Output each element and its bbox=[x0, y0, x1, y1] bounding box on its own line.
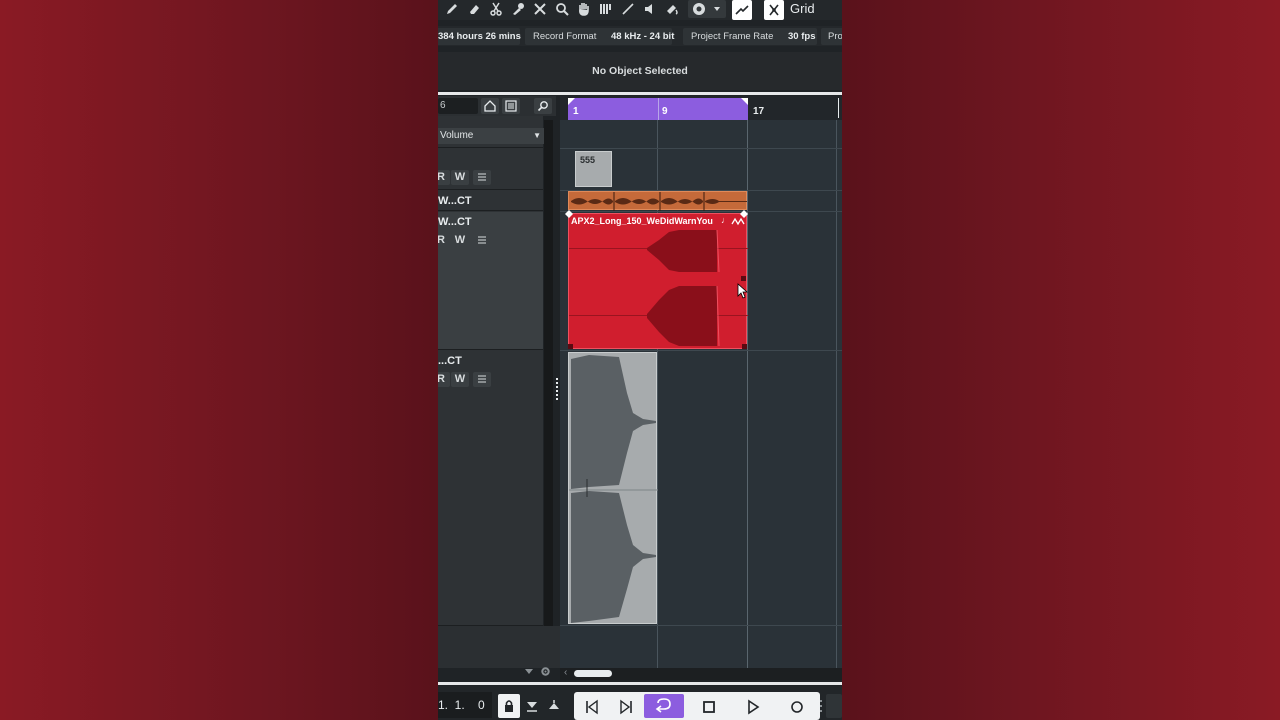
glue-icon[interactable] bbox=[508, 0, 528, 18]
track-list-scrollbar[interactable] bbox=[544, 120, 553, 626]
status-bar: 384 hours 26 mins Record Format 48 kHz -… bbox=[438, 26, 842, 46]
list-icon[interactable] bbox=[502, 98, 520, 114]
write-automation-button[interactable]: W bbox=[451, 170, 469, 185]
track-name: W...CT bbox=[438, 195, 472, 207]
track-search-field[interactable]: 6 bbox=[438, 98, 478, 114]
toolbar: Grid bbox=[438, 0, 842, 20]
audio-event[interactable] bbox=[568, 352, 658, 624]
ruler-bar-number: 9 bbox=[662, 106, 668, 117]
cycle-start-marker[interactable] bbox=[568, 98, 575, 105]
zone-separator bbox=[438, 92, 842, 95]
record-format-value: 48 kHz - 24 bit bbox=[611, 31, 675, 42]
home-icon[interactable] bbox=[481, 98, 499, 114]
stop-icon[interactable] bbox=[695, 696, 723, 718]
track-separator bbox=[560, 148, 842, 149]
pencil-icon[interactable] bbox=[442, 0, 462, 18]
automation-parameter-select[interactable]: Volume ▼ bbox=[438, 128, 544, 144]
lock-icon[interactable] bbox=[498, 694, 520, 718]
mute-x-icon[interactable] bbox=[530, 0, 550, 18]
play-icon[interactable] bbox=[739, 696, 767, 718]
eraser-icon[interactable] bbox=[464, 0, 484, 18]
cycle-icon[interactable] bbox=[644, 694, 684, 718]
event-display[interactable]: 555 APX2_Long_150_WeDidWarnYou ♩ bbox=[560, 120, 842, 668]
track-settings-icon[interactable] bbox=[473, 372, 491, 387]
audio-event[interactable]: APX2_Long_150_WeDidWarnYou ♩ bbox=[565, 210, 748, 349]
audio-waveform bbox=[569, 355, 658, 623]
track-settings-icon[interactable] bbox=[473, 170, 491, 185]
cycle-end-marker[interactable] bbox=[741, 98, 748, 105]
transport-extra-button[interactable] bbox=[826, 694, 842, 718]
go-to-next-marker-icon[interactable] bbox=[612, 696, 640, 718]
event-name: APX2_Long_150_WeDidWarnYou bbox=[571, 216, 713, 226]
record-icon[interactable] bbox=[783, 696, 811, 718]
ruler-end-line bbox=[838, 98, 839, 118]
color-icon[interactable] bbox=[662, 0, 682, 18]
search-icon[interactable] bbox=[534, 98, 552, 114]
record-time-max: 384 hours 26 mins bbox=[438, 28, 521, 45]
fade-handle[interactable] bbox=[568, 344, 573, 349]
scissors-icon[interactable] bbox=[486, 0, 506, 18]
audio-waveform bbox=[647, 229, 720, 347]
go-to-previous-marker-icon[interactable] bbox=[578, 696, 606, 718]
track-separator bbox=[560, 625, 842, 626]
track-separator bbox=[560, 211, 842, 212]
frame-rate-label: Project Frame Rate bbox=[691, 31, 774, 42]
line-icon[interactable] bbox=[618, 0, 638, 18]
track-row[interactable] bbox=[438, 351, 543, 626]
frame-rate-segment[interactable]: Project Frame Rate 30 fps bbox=[683, 28, 817, 45]
read-automation-button[interactable]: R bbox=[438, 233, 450, 248]
position-display[interactable]: 1. 1. 0 bbox=[438, 692, 492, 718]
track-settings-icon[interactable] bbox=[473, 233, 491, 248]
part-label: 555 bbox=[580, 155, 596, 165]
project-segment[interactable]: Pro bbox=[821, 28, 842, 45]
volume-handle[interactable] bbox=[741, 276, 746, 281]
zoom-icon[interactable] bbox=[552, 0, 572, 18]
read-automation-button[interactable]: R bbox=[438, 170, 450, 185]
event-handle[interactable] bbox=[565, 210, 573, 218]
grid-line bbox=[836, 120, 837, 668]
info-line: No Object Selected bbox=[438, 52, 842, 90]
ruler-bar-number: 17 bbox=[753, 106, 765, 117]
divider-handle[interactable] bbox=[555, 376, 559, 402]
snap-type-icon[interactable] bbox=[764, 0, 784, 20]
track-name: ...CT bbox=[438, 355, 462, 367]
hand-icon[interactable] bbox=[574, 0, 594, 18]
ruler-tick bbox=[658, 98, 659, 120]
mouse-cursor-icon bbox=[737, 283, 749, 299]
read-automation-button[interactable]: R bbox=[438, 372, 450, 387]
musical-mode-icon: ♩ bbox=[721, 215, 730, 225]
zone-separator bbox=[438, 682, 842, 685]
grid-type-label[interactable]: Grid bbox=[790, 1, 815, 16]
track-list-footer bbox=[438, 626, 560, 676]
instrument-part[interactable] bbox=[568, 191, 747, 211]
part-waveform bbox=[571, 192, 747, 211]
comp-icon[interactable] bbox=[596, 0, 616, 18]
chevron-down-icon[interactable] bbox=[524, 668, 534, 676]
ruler-bar-number: 1 bbox=[573, 106, 579, 117]
gear-icon[interactable] bbox=[540, 666, 551, 677]
event-handle[interactable] bbox=[740, 210, 748, 218]
fade-handle[interactable] bbox=[742, 344, 747, 349]
daw-window: Grid 384 hours 26 mins Record Format 48 … bbox=[438, 0, 842, 720]
punch-in-icon[interactable] bbox=[522, 694, 542, 718]
automation-parameter-label: Volume bbox=[440, 130, 474, 141]
punch-out-icon[interactable] bbox=[544, 694, 564, 718]
warp-icon bbox=[731, 217, 745, 226]
transport-grip[interactable] bbox=[819, 698, 823, 714]
frame-rate-value: 30 fps bbox=[788, 31, 816, 42]
speaker-icon[interactable] bbox=[640, 0, 660, 18]
chevron-down-icon: ▼ bbox=[533, 131, 541, 140]
write-automation-button[interactable]: W bbox=[451, 372, 469, 387]
record-format-label: Record Format bbox=[533, 31, 597, 42]
snap-toggle[interactable] bbox=[732, 0, 752, 20]
track-separator bbox=[560, 350, 842, 351]
scroll-left-icon[interactable]: ‹ bbox=[564, 667, 567, 678]
write-automation-button[interactable]: W bbox=[451, 233, 469, 248]
record-format-segment[interactable]: Record Format 48 kHz - 24 bit bbox=[525, 28, 675, 45]
automation-mode-dropdown[interactable] bbox=[688, 0, 726, 18]
scrollbar-thumb[interactable] bbox=[574, 670, 612, 677]
track-name: W...CT bbox=[438, 216, 472, 228]
midi-part[interactable]: 555 bbox=[575, 151, 612, 187]
